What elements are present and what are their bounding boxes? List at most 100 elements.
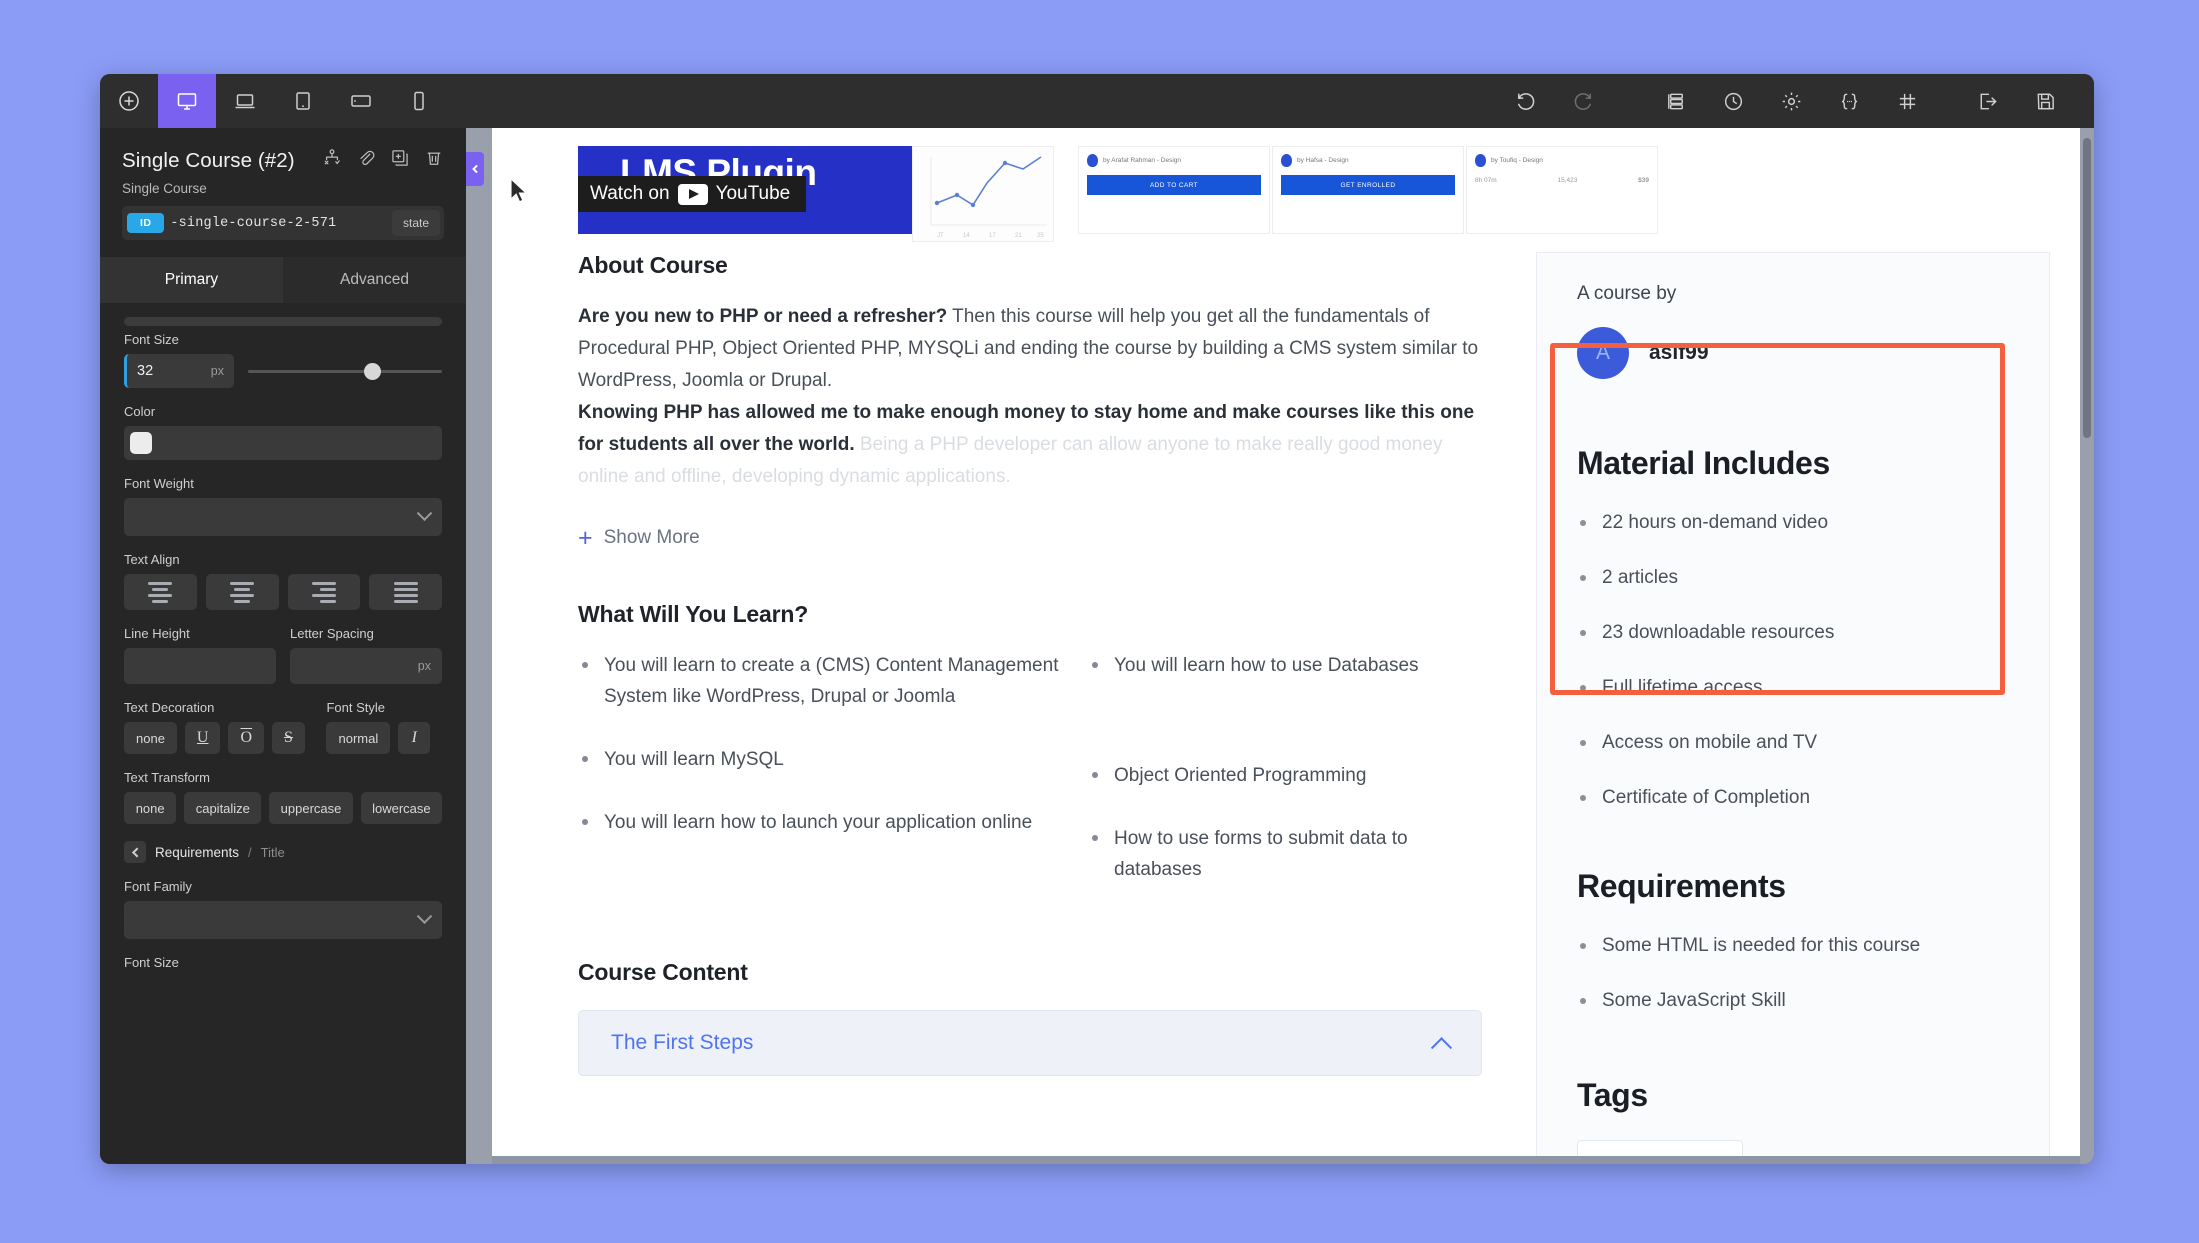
panel-collapse-handle[interactable] xyxy=(466,152,484,186)
requirements-heading: Requirements xyxy=(1577,868,1786,904)
align-right-button[interactable] xyxy=(287,574,361,610)
card-duration: 8h 07m xyxy=(1475,177,1497,184)
tab-primary[interactable]: Primary xyxy=(100,257,283,303)
about-bold-2a: Knowing PHP has allowed me to make enoug… xyxy=(578,402,1402,423)
font-weight-select[interactable] xyxy=(124,498,442,536)
undo-icon[interactable] xyxy=(1496,74,1554,128)
add-to-cart-button[interactable]: ADD TO CART xyxy=(1087,175,1261,195)
avatar xyxy=(1281,154,1292,167)
layers-icon[interactable] xyxy=(1646,74,1704,128)
font-style-label: Font Style xyxy=(326,700,386,715)
settings-gear-icon[interactable] xyxy=(1762,74,1820,128)
panel-scroll-strip[interactable] xyxy=(124,317,442,326)
exit-icon[interactable] xyxy=(1958,74,2016,128)
list-item: 2 articles xyxy=(1577,563,2009,593)
font-family-select[interactable] xyxy=(124,901,442,939)
tablet-landscape-icon[interactable] xyxy=(332,74,390,128)
course-section-accordion[interactable]: The First Steps xyxy=(578,1010,1482,1076)
desktop-icon[interactable] xyxy=(158,74,216,128)
duplicate-icon[interactable] xyxy=(390,148,410,173)
laptop-icon[interactable] xyxy=(216,74,274,128)
style-italic-button[interactable]: I xyxy=(398,722,431,754)
align-center-button[interactable] xyxy=(205,574,279,610)
grid-hash-icon[interactable] xyxy=(1878,74,1936,128)
text-transform-group: none capitalize uppercase lowercase xyxy=(124,792,442,824)
sitemap-icon[interactable] xyxy=(322,148,342,173)
code-braces-icon[interactable] xyxy=(1820,74,1878,128)
card-price: $39 xyxy=(1638,177,1649,184)
line-height-input[interactable] xyxy=(124,648,276,684)
style-normal-button[interactable]: normal xyxy=(326,722,391,754)
align-justify-button[interactable] xyxy=(369,574,442,610)
page-title: Single Course (#2) xyxy=(122,148,295,172)
tablet-portrait-icon[interactable] xyxy=(274,74,332,128)
a-course-by-label: A course by xyxy=(1577,283,1677,304)
decoration-underline-button[interactable]: U xyxy=(184,722,221,754)
show-more-button[interactable]: + Show More xyxy=(578,526,1482,551)
preview-page: LMS Plugin Watch on YouTube JT 14 17 21 … xyxy=(492,128,2080,1164)
id-badge: ID xyxy=(127,213,165,233)
show-more-label: Show More xyxy=(603,527,700,548)
tab-advanced[interactable]: Advanced xyxy=(283,257,466,303)
font-size-slider[interactable] xyxy=(248,354,442,388)
slider-track xyxy=(248,369,442,373)
svg-text:25: 25 xyxy=(1037,233,1044,239)
slider-knob[interactable] xyxy=(364,362,382,380)
chevron-down-icon xyxy=(416,907,433,924)
avatar: A xyxy=(1577,327,1629,379)
element-id-value[interactable]: -single-course-2-571 xyxy=(170,216,386,231)
course-content-heading: Course Content xyxy=(578,959,748,985)
save-icon[interactable] xyxy=(2016,74,2074,128)
transform-none-button[interactable]: none xyxy=(124,792,177,824)
card-author: by Arafat Rahman - Design xyxy=(1103,157,1182,164)
text-transform-label: Text Transform xyxy=(124,770,210,785)
transform-capitalize-button[interactable]: capitalize xyxy=(184,792,262,824)
svg-text:JT: JT xyxy=(937,233,944,239)
action-toolbar xyxy=(1496,74,2088,128)
mobile-icon[interactable] xyxy=(390,74,448,128)
main-column: About Course Are you new to PHP or need … xyxy=(492,252,1512,1164)
color-swatch[interactable] xyxy=(130,432,152,454)
watch-on-youtube-badge[interactable]: Watch on YouTube xyxy=(578,176,807,212)
transform-lowercase-button[interactable]: lowercase xyxy=(360,792,442,824)
line-letter-group: Line Height Letter Spacing px xyxy=(124,610,442,684)
watch-on-label: Watch on xyxy=(590,183,670,204)
decoration-overline-button[interactable]: O xyxy=(228,722,265,754)
breadcrumb-back-icon[interactable] xyxy=(124,841,146,863)
get-enrolled-button[interactable]: GET ENROLLED xyxy=(1281,175,1455,195)
card-students: 15,423 xyxy=(1557,177,1578,184)
redo-icon[interactable] xyxy=(1554,74,1612,128)
decoration-none-button[interactable]: none xyxy=(124,722,177,754)
chevron-up-icon[interactable] xyxy=(1430,1036,1453,1058)
author-name[interactable]: asif99 xyxy=(1649,341,1709,365)
scrollbar-thumb[interactable] xyxy=(2083,138,2091,438)
breadcrumb-next[interactable]: Title xyxy=(261,845,285,860)
learn-list-right: You will learn how to use Databases Obje… xyxy=(1088,650,1482,917)
align-left-button[interactable] xyxy=(124,574,197,610)
list-item: You will learn how to launch your applic… xyxy=(578,807,1088,838)
transform-uppercase-button[interactable]: uppercase xyxy=(269,792,353,824)
text-align-label: Text Align xyxy=(124,552,180,567)
element-id-row: ID -single-course-2-571 state xyxy=(122,206,444,240)
state-chip[interactable]: state xyxy=(391,210,440,236)
canvas-scrollbar[interactable] xyxy=(2080,128,2094,1164)
tags-card: Tags Development xyxy=(1536,1051,2050,1164)
color-control[interactable] xyxy=(124,426,442,460)
breadcrumb-current[interactable]: Requirements xyxy=(155,845,239,860)
text-decoration-label: Text Decoration xyxy=(124,700,215,715)
color-label: Color xyxy=(124,404,156,419)
properties-panel: Single Course (#2) Single Course ID -sin… xyxy=(100,128,466,1164)
delete-icon[interactable] xyxy=(424,148,444,173)
about-course-text: Are you new to PHP or need a refresher? … xyxy=(578,301,1482,493)
font-size-input[interactable]: 32 px xyxy=(124,354,234,388)
link-icon[interactable] xyxy=(356,148,376,173)
decoration-linethrough-button[interactable]: S xyxy=(272,722,305,754)
letter-spacing-input[interactable]: px xyxy=(290,648,442,684)
video-thumbnail[interactable]: LMS Plugin Watch on YouTube xyxy=(578,146,912,234)
breadcrumb: Requirements / Title xyxy=(124,841,442,863)
list-item: Some JavaScript Skill xyxy=(1577,986,2009,1016)
tags-heading: Tags xyxy=(1577,1077,1648,1113)
add-icon[interactable] xyxy=(100,74,158,128)
history-icon[interactable] xyxy=(1704,74,1762,128)
top-toolbar xyxy=(100,74,2094,128)
